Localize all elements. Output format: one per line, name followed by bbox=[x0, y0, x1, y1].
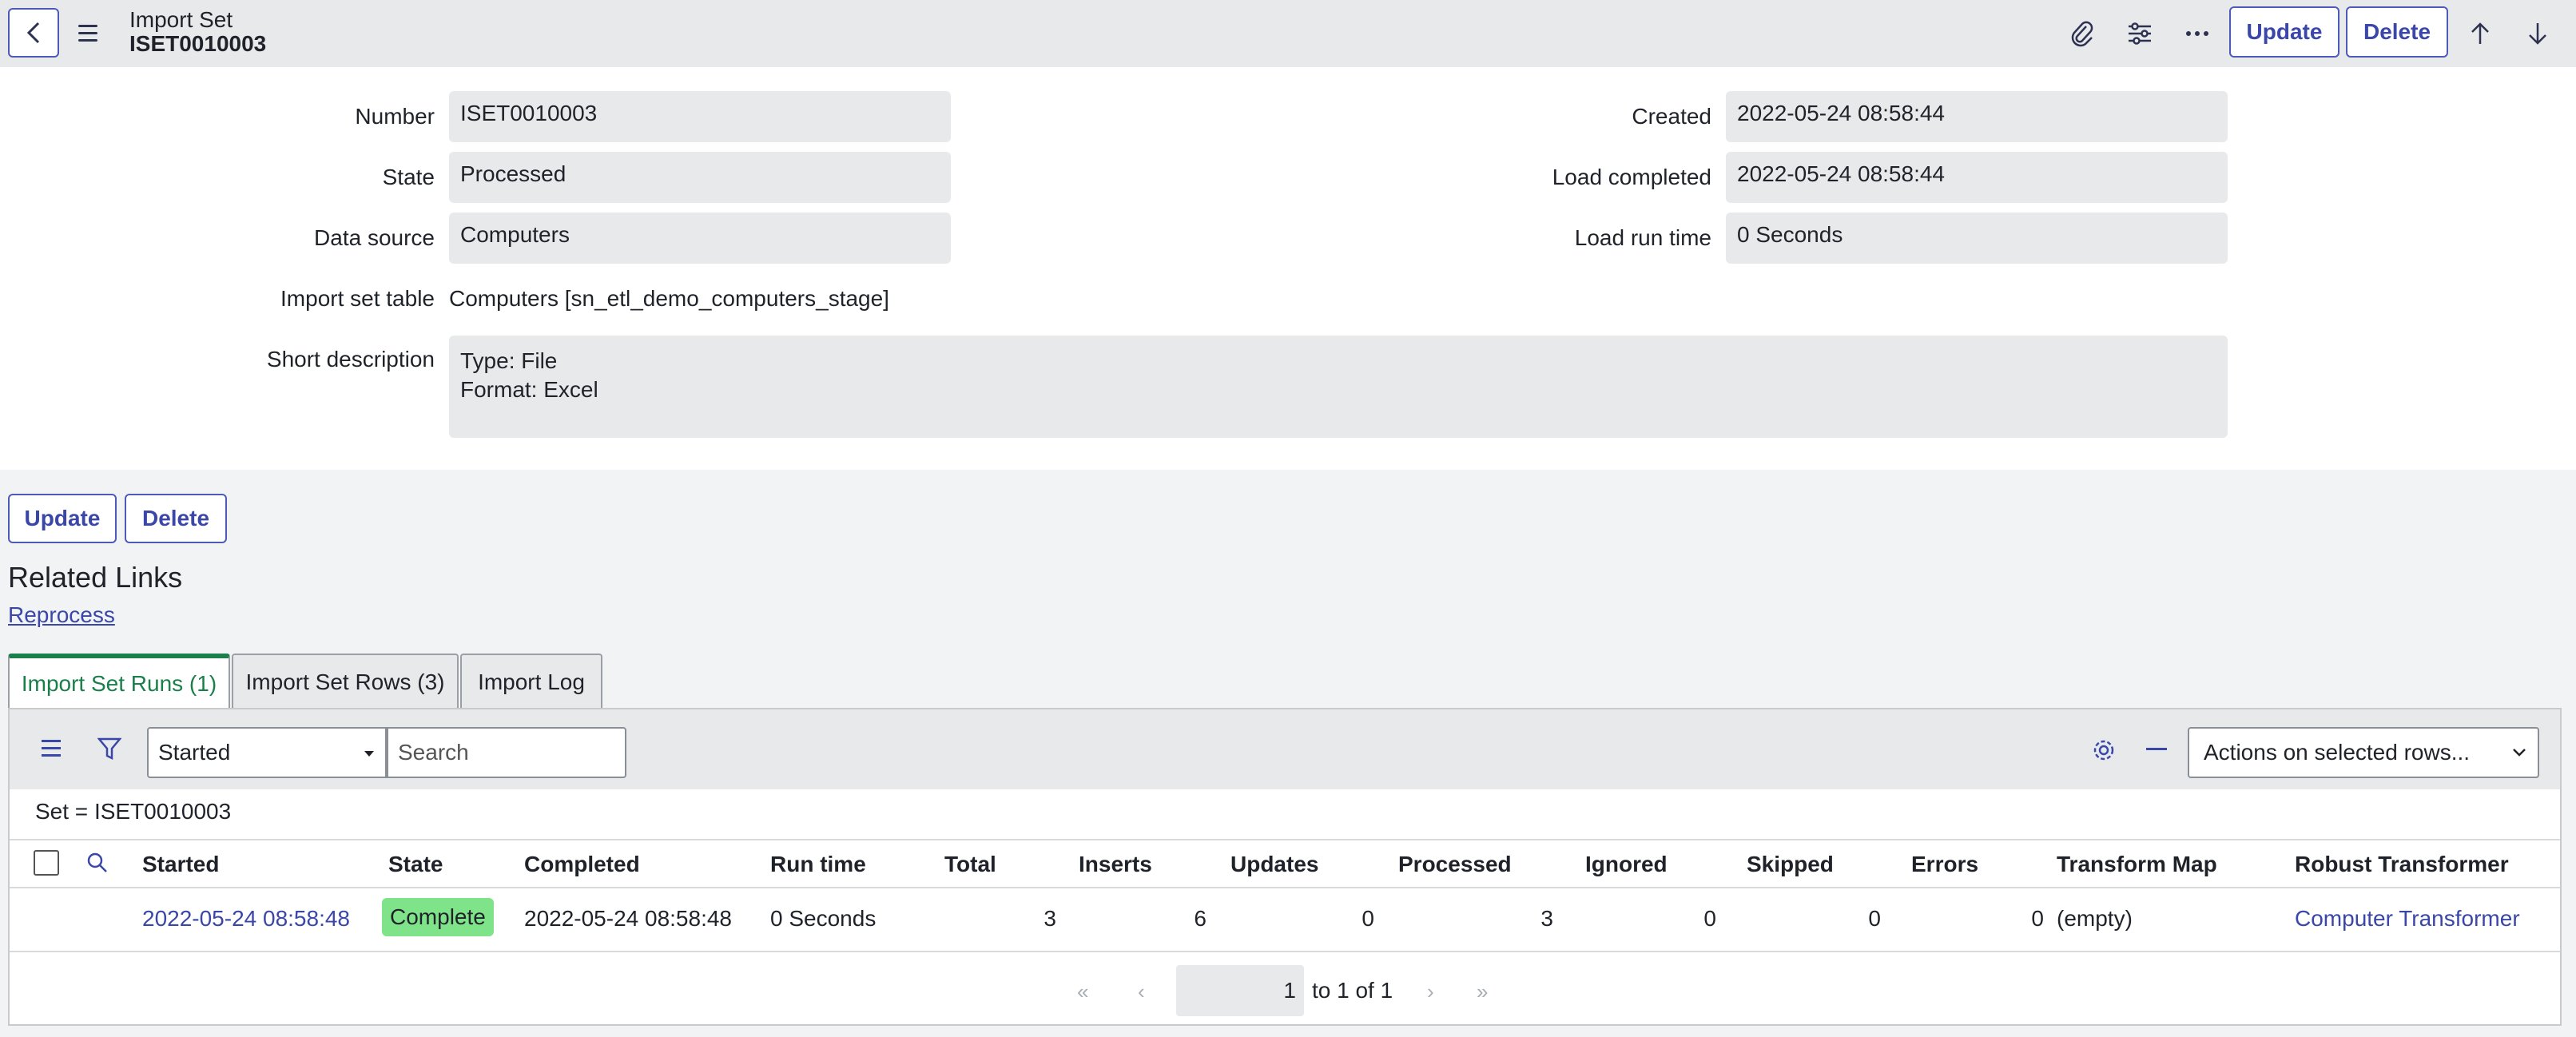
chevron-left-icon bbox=[26, 22, 40, 44]
tab-import-set-runs[interactable]: Import Set Runs (1) bbox=[8, 654, 230, 709]
related-list-panel: Started Search Actions on selected rows.… bbox=[8, 708, 2562, 1026]
sliders-icon[interactable] bbox=[2122, 16, 2157, 51]
record-form: Number ISET0010003 State Processed Data … bbox=[0, 67, 2576, 470]
column-header-run-time[interactable]: Run time bbox=[770, 852, 866, 877]
state-field[interactable]: Processed bbox=[449, 152, 951, 203]
column-header-started[interactable]: Started bbox=[142, 852, 219, 877]
bottom-delete-button[interactable]: Delete bbox=[125, 494, 227, 543]
filter-breadcrumb[interactable]: Set = ISET0010003 bbox=[35, 799, 231, 824]
select-all-checkbox[interactable] bbox=[34, 850, 59, 876]
actions-select-value: Actions on selected rows... bbox=[2204, 740, 2471, 765]
status-badge: Complete bbox=[382, 898, 494, 936]
cell-updates: 0 bbox=[1362, 906, 1374, 931]
list-toolbar: Started Search Actions on selected rows.… bbox=[10, 709, 2560, 789]
cell-processed: 3 bbox=[1540, 906, 1553, 931]
actions-select[interactable]: Actions on selected rows... bbox=[2188, 727, 2539, 778]
page-number-input[interactable]: 1 bbox=[1176, 965, 1304, 1016]
column-header-total[interactable]: Total bbox=[944, 852, 996, 877]
next-page-icon[interactable]: › bbox=[1427, 979, 1434, 1004]
title-record-number: ISET0010003 bbox=[129, 31, 267, 56]
menu-icon[interactable] bbox=[78, 19, 102, 46]
short-description-line: Type: File bbox=[460, 348, 558, 373]
cell-total: 3 bbox=[1044, 906, 1056, 931]
search-field-select-value: Started bbox=[158, 740, 231, 765]
column-header-state[interactable]: State bbox=[388, 852, 443, 877]
header-delete-button[interactable]: Delete bbox=[2346, 6, 2448, 58]
column-header-transform-map[interactable]: Transform Map bbox=[2057, 852, 2217, 877]
collapse-icon[interactable] bbox=[2146, 748, 2167, 750]
list-menu-icon[interactable] bbox=[42, 740, 61, 757]
tab-import-set-rows[interactable]: Import Set Rows (3) bbox=[232, 654, 459, 709]
tab-import-log[interactable]: Import Log bbox=[460, 654, 602, 709]
last-page-icon[interactable]: » bbox=[1477, 979, 1488, 1004]
first-page-icon[interactable]: « bbox=[1077, 979, 1088, 1004]
cell-transform-map: (empty) bbox=[2057, 906, 2133, 931]
import-set-table-value: Computers [sn_etl_demo_computers_stage] bbox=[449, 286, 889, 311]
page-title: Import Set ISET0010003 bbox=[129, 8, 266, 56]
search-icon[interactable] bbox=[86, 852, 109, 878]
arrow-down-icon[interactable] bbox=[2520, 16, 2555, 51]
table-row: 2022-05-24 08:58:48 Complete 2022-05-24 … bbox=[10, 888, 2560, 952]
load-run-time-field[interactable]: 0 Seconds bbox=[1726, 213, 2228, 264]
column-header-robust-transformer[interactable]: Robust Transformer bbox=[2295, 852, 2509, 877]
cell-started-link[interactable]: 2022-05-24 08:58:48 bbox=[142, 906, 350, 932]
state-label: State bbox=[382, 165, 435, 189]
title-table-name: Import Set bbox=[129, 7, 233, 32]
pagination: « ‹ 1 to 1 of 1 › » bbox=[10, 952, 2560, 1024]
cell-robust-transformer-link[interactable]: Computer Transformer bbox=[2295, 906, 2520, 932]
cell-ignored: 0 bbox=[1703, 906, 1716, 931]
cell-inserts: 6 bbox=[1194, 906, 1207, 931]
gear-icon[interactable] bbox=[2092, 738, 2116, 766]
arrow-up-icon[interactable] bbox=[2463, 16, 2498, 51]
caret-down-icon bbox=[364, 751, 374, 757]
filter-icon[interactable] bbox=[97, 737, 122, 765]
cell-errors: 0 bbox=[2031, 906, 2044, 931]
related-links-title: Related Links bbox=[8, 561, 183, 594]
cell-run-time: 0 Seconds bbox=[770, 906, 877, 931]
load-completed-field[interactable]: 2022-05-24 08:58:44 bbox=[1726, 152, 2228, 203]
search-field-select[interactable]: Started bbox=[147, 727, 387, 778]
number-label: Number bbox=[355, 104, 435, 129]
paperclip-icon[interactable] bbox=[2065, 16, 2100, 51]
import-set-table-label: Import set table bbox=[280, 286, 435, 311]
column-header-skipped[interactable]: Skipped bbox=[1747, 852, 1834, 877]
column-header-processed[interactable]: Processed bbox=[1398, 852, 1512, 877]
back-button[interactable] bbox=[8, 8, 59, 58]
load-completed-label: Load completed bbox=[1552, 165, 1711, 189]
load-run-time-label: Load run time bbox=[1574, 225, 1711, 250]
search-input[interactable]: Search bbox=[387, 727, 626, 778]
cell-completed: 2022-05-24 08:58:48 bbox=[524, 906, 732, 931]
table-header: Started State Completed Run time Total I… bbox=[10, 839, 2560, 888]
form-header: Import Set ISET0010003 Update Delete bbox=[0, 0, 2576, 67]
chevron-down-icon bbox=[2513, 749, 2526, 757]
bottom-update-button[interactable]: Update bbox=[8, 494, 117, 543]
page-range-text: to 1 of 1 bbox=[1312, 978, 1393, 1003]
column-header-inserts[interactable]: Inserts bbox=[1079, 852, 1152, 877]
reprocess-link[interactable]: Reprocess bbox=[8, 602, 115, 628]
header-update-button[interactable]: Update bbox=[2229, 6, 2339, 58]
column-header-ignored[interactable]: Ignored bbox=[1585, 852, 1668, 877]
column-header-updates[interactable]: Updates bbox=[1230, 852, 1318, 877]
column-header-errors[interactable]: Errors bbox=[1911, 852, 1978, 877]
number-field[interactable]: ISET0010003 bbox=[449, 91, 951, 142]
more-options-icon[interactable] bbox=[2180, 16, 2215, 51]
created-field[interactable]: 2022-05-24 08:58:44 bbox=[1726, 91, 2228, 142]
short-description-field[interactable]: Type: File Format: Excel bbox=[449, 336, 2228, 438]
short-description-label: Short description bbox=[266, 347, 435, 371]
data-source-label: Data source bbox=[314, 225, 435, 250]
short-description-line: Format: Excel bbox=[460, 377, 598, 402]
column-header-completed[interactable]: Completed bbox=[524, 852, 640, 877]
previous-page-icon[interactable]: ‹ bbox=[1138, 979, 1145, 1004]
created-label: Created bbox=[1632, 104, 1711, 129]
data-source-field[interactable]: Computers bbox=[449, 213, 951, 264]
cell-skipped: 0 bbox=[1868, 906, 1881, 931]
